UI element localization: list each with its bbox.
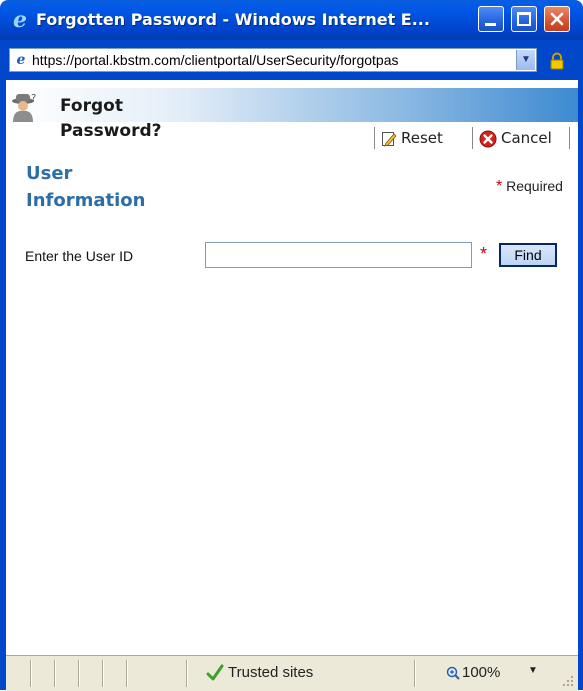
userid-label: Enter the User ID — [25, 248, 134, 264]
address-url[interactable]: https://portal.kbstm.com/clientportal/Us… — [32, 52, 512, 68]
zoom-level[interactable]: 100% — [446, 664, 500, 681]
cancel-button[interactable]: Cancel — [472, 127, 575, 149]
close-button[interactable] — [544, 6, 570, 32]
lock-icon[interactable] — [548, 52, 566, 70]
status-divider — [186, 660, 188, 687]
status-divider — [54, 660, 56, 687]
zoom-label: 100% — [462, 664, 501, 681]
required-star: * — [496, 178, 503, 195]
userid-required-star: * — [480, 244, 488, 264]
close-icon — [550, 12, 564, 26]
header-band: ? Forgot Password? — [6, 88, 578, 141]
status-divider — [78, 660, 80, 687]
address-field[interactable]: e https://portal.kbstm.com/clientportal/… — [9, 48, 537, 72]
cancel-label: Cancel — [501, 129, 552, 147]
status-divider — [126, 660, 128, 687]
find-button[interactable]: Find — [499, 243, 557, 267]
page-title: Forgot Password? — [60, 96, 162, 141]
chevron-down-icon[interactable]: ▼ — [516, 50, 535, 70]
detective-icon: ? — [12, 93, 36, 122]
status-divider — [102, 660, 104, 687]
cancel-icon — [479, 130, 497, 147]
zoom-icon — [446, 666, 460, 680]
page-icon: e — [16, 52, 26, 68]
resize-grip[interactable] — [562, 675, 574, 687]
status-divider — [414, 660, 416, 687]
address-bar: e https://portal.kbstm.com/clientportal/… — [0, 40, 583, 80]
reset-button[interactable]: Reset — [374, 127, 471, 149]
reset-label: Reset — [401, 129, 443, 147]
chevron-down-icon[interactable]: ▼ — [528, 665, 538, 676]
ie-icon: e — [13, 7, 27, 33]
required-label: Required — [506, 178, 563, 194]
page-content: ? Forgot Password? Reset Cancel User Inf… — [6, 80, 578, 655]
edit-icon — [382, 131, 397, 147]
security-zone[interactable]: Trusted sites — [206, 664, 313, 682]
window-border-right — [578, 80, 583, 690]
maximize-button[interactable] — [511, 6, 537, 32]
security-zone-label: Trusted sites — [228, 664, 314, 681]
status-bar: Trusted sites 100% ▼ — [6, 655, 578, 691]
status-divider — [30, 660, 32, 687]
required-note: * Required — [496, 178, 563, 196]
toolbar-divider — [569, 127, 570, 149]
check-icon — [206, 664, 224, 681]
window-titlebar[interactable]: e Forgotten Password - Windows Internet … — [0, 0, 583, 40]
section-title: User Information — [26, 163, 146, 211]
svg-text:?: ? — [31, 93, 36, 104]
userid-input[interactable] — [205, 242, 472, 268]
minimize-button[interactable] — [478, 6, 504, 32]
window-title: Forgotten Password - Windows Internet E.… — [36, 10, 430, 29]
